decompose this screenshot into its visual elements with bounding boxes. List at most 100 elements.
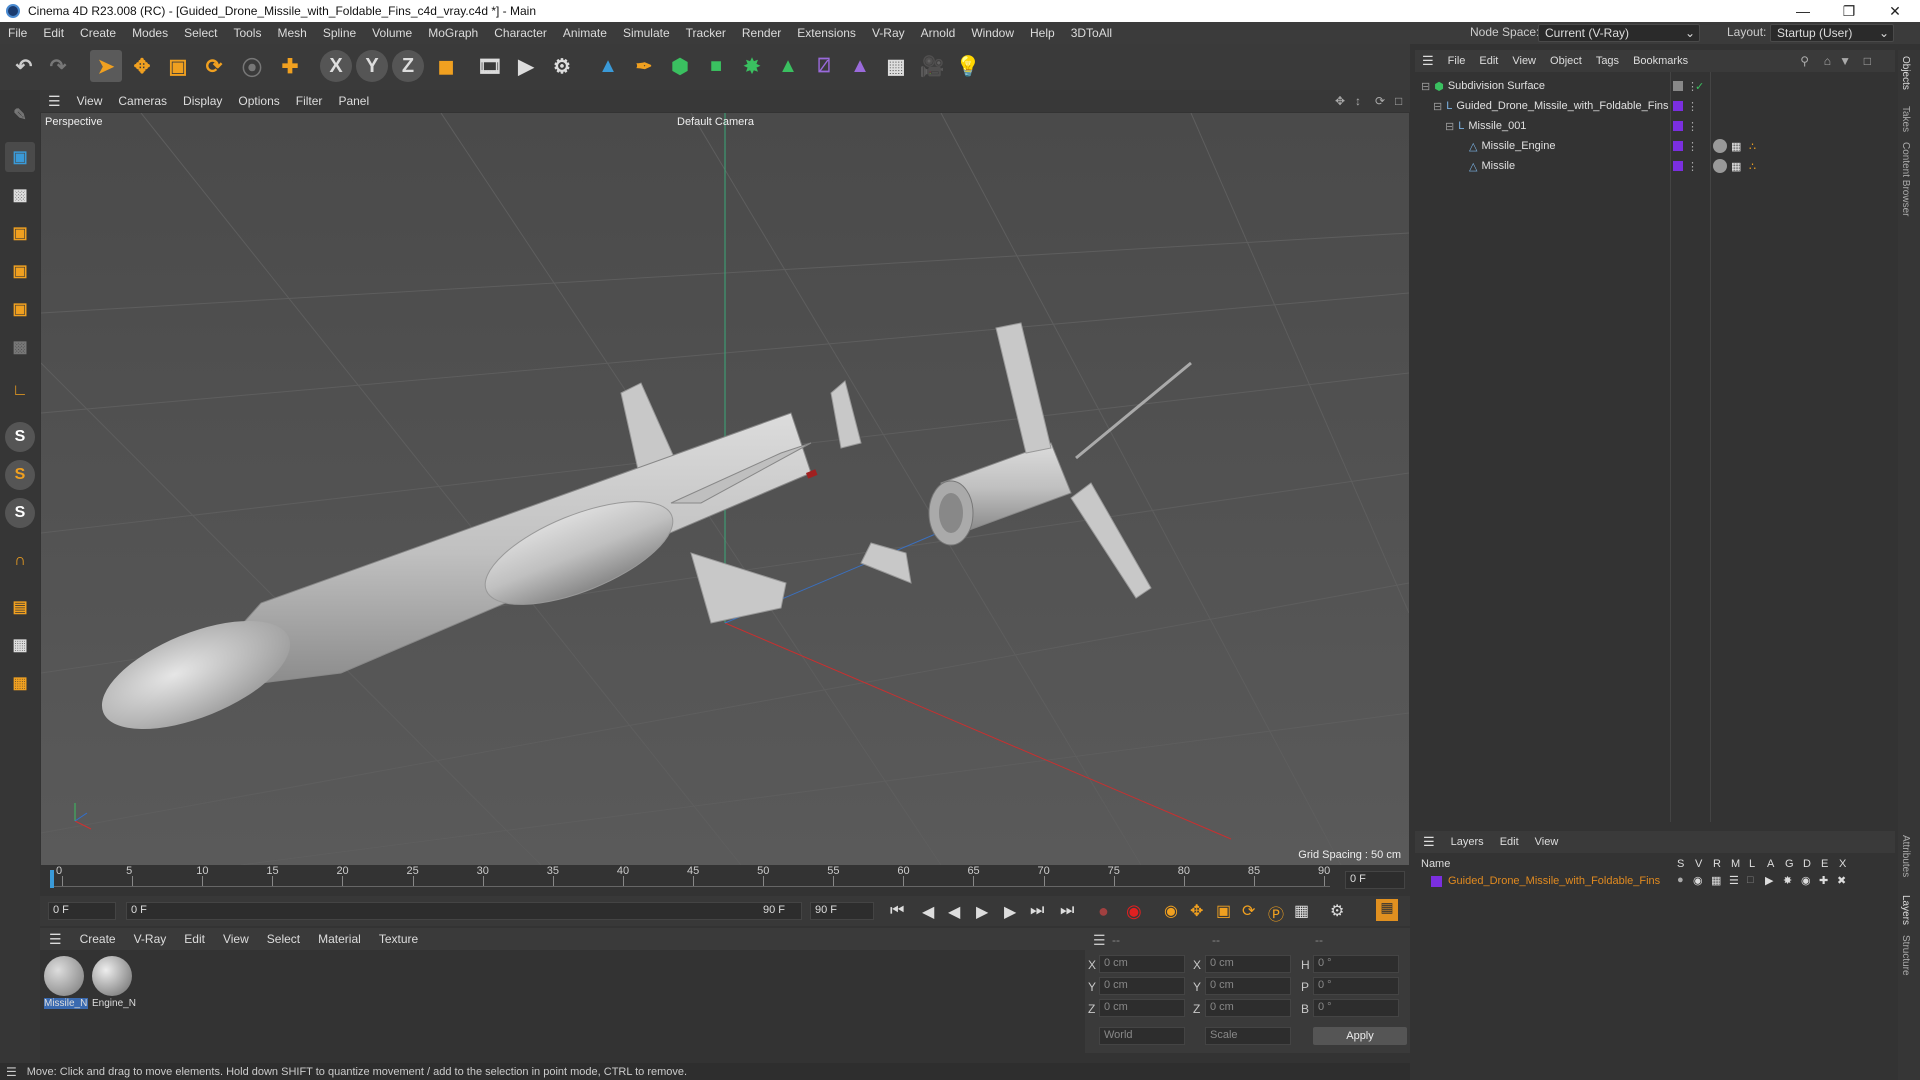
menu-simulate[interactable]: Simulate [615,26,678,40]
layer-name[interactable]: Guided_Drone_Missile_with_Foldable_Fins [1448,875,1660,887]
visibility-dots-icon[interactable]: ⋮ [1687,120,1698,133]
hamburger-icon[interactable]: ☰ [1415,834,1443,850]
viewport-maximize-icon[interactable]: □ [1395,94,1402,108]
prev-frame-icon[interactable]: ◀ [948,902,960,922]
collapse-icon[interactable]: ⊟ [1445,120,1454,133]
hamburger-icon[interactable]: ☰ [1093,932,1106,949]
menu-mesh[interactable]: Mesh [269,26,314,40]
object-row-guided-drone[interactable]: ⊟ L Guided_Drone_Missile_with_Foldable_F… [1415,96,1895,116]
deformer-icon[interactable]: ⍁ [808,50,840,82]
keyframe-selection-icon[interactable]: ◉ [1164,901,1178,921]
expression-icon[interactable]: ✚ [1819,874,1828,887]
material-menu-edit[interactable]: Edit [175,932,214,946]
x-axis-lock-icon[interactable]: X [320,50,352,82]
render-view-icon[interactable]: ▶ [510,50,542,82]
layout-dropdown[interactable]: Startup (User) ⌄ [1770,24,1894,42]
material-menu-material[interactable]: Material [309,932,370,946]
enabled-check-icon[interactable]: ✓ [1695,80,1704,93]
extrude-icon[interactable]: ■ [700,50,732,82]
key-scale-icon[interactable]: ▣ [1216,901,1231,921]
uvw-tag-icon[interactable]: ∴ [1749,160,1756,173]
tab-objects[interactable]: Objects [1900,56,1911,90]
make-editable-icon[interactable]: ✎ [5,100,35,130]
deformer-icon[interactable]: ◉ [1801,874,1811,887]
motion-system-icon[interactable]: ⚙ [1330,901,1344,921]
viewport-move-icon[interactable]: ✥ [1335,94,1345,108]
record-icon[interactable]: ● [1098,901,1109,922]
render-icon[interactable]: ▦ [1711,874,1721,887]
visibility-dots-icon[interactable]: ⋮ [1687,160,1698,173]
recent-tool-icon[interactable]: ⦿ [236,50,268,82]
solo-icon[interactable]: ● [1677,874,1684,886]
size-z-field[interactable]: 0 cm [1205,999,1291,1017]
object-row-subdivision[interactable]: ⊟ ⬢ Subdivision Surface ⋮ ✓ [1415,76,1895,96]
menu-help[interactable]: Help [1022,26,1063,40]
prev-key-icon[interactable]: ◀ [922,902,934,922]
field-icon[interactable]: ▲ [844,50,876,82]
filter-icon[interactable]: ▼ [1839,54,1851,68]
hamburger-icon[interactable]: ☰ [40,931,71,948]
tab-takes[interactable]: Takes [1900,106,1911,132]
rotation-b-field[interactable]: 0 ° [1313,999,1399,1017]
rotation-p-field[interactable]: 0 ° [1313,977,1399,995]
tab-content-browser[interactable]: Content Browser [1900,142,1911,216]
redo-icon[interactable]: ↷ [42,50,74,82]
quantize-icon[interactable]: S [5,498,35,528]
uv-mode-icon[interactable]: ▩ [5,332,35,362]
mograph-icon[interactable]: ▲ [772,50,804,82]
end-frame-field[interactable]: 90 F [810,902,874,920]
position-x-field[interactable]: 0 cm [1099,955,1185,973]
menu-modes[interactable]: Modes [124,26,176,40]
viewport-menu-options[interactable]: Options [230,94,287,108]
material-menu-select[interactable]: Select [258,932,309,946]
viewport-menu-view[interactable]: View [69,94,111,108]
start-frame-field[interactable]: 0 F [48,902,116,920]
generator-icon[interactable]: ✸ [1783,874,1792,887]
menu-tools[interactable]: Tools [225,26,269,40]
home-icon[interactable]: ⌂ [1824,54,1831,68]
key-position-icon[interactable]: ✥ [1190,901,1203,921]
timeline-ruler[interactable]: 0 5 10 15 20 25 30 35 40 45 50 55 60 65 70 75 80 85 90 0 F [40,865,1410,896]
coordinate-system-icon[interactable]: ◼ [430,50,462,82]
render-settings-icon[interactable]: ⚙ [546,50,578,82]
node-space-dropdown[interactable]: Current (V-Ray) ⌄ [1538,24,1700,42]
restore-icon[interactable]: ❐ [1826,0,1872,22]
collapse-icon[interactable]: ⊟ [1433,100,1442,113]
key-param-icon[interactable]: Ⓟ [1268,901,1284,925]
menu-file[interactable]: File [0,26,35,40]
viewport-menu-cameras[interactable]: Cameras [110,94,175,108]
new-window-icon[interactable]: □ [1864,54,1871,68]
visibility-dots-icon[interactable]: ⋮ [1687,140,1698,153]
menu-tracker[interactable]: Tracker [678,26,734,40]
key-rotation-icon[interactable]: ⟳ [1242,901,1255,921]
menu-volume[interactable]: Volume [364,26,420,40]
object-menu-tags[interactable]: Tags [1589,55,1626,67]
material-swatch-engine[interactable]: Engine_N [92,956,136,1016]
close-icon[interactable]: ✕ [1872,0,1918,22]
checker-tag-icon[interactable]: ▦ [1731,140,1741,153]
select-arrow-icon[interactable]: ➤ [90,50,122,82]
render-region-icon[interactable]: 🎞 [474,50,506,82]
next-frame-icon[interactable]: ▶ [1004,902,1016,922]
menu-extensions[interactable]: Extensions [789,26,864,40]
lock-icon[interactable]: □ [1747,874,1754,886]
subdivision-icon[interactable]: ⬢ [664,50,696,82]
move-icon[interactable]: ✥ [126,50,158,82]
layers-menu-edit[interactable]: Edit [1492,836,1527,848]
frame-range-slider[interactable]: 0 F 90 F [126,902,802,920]
cloner-icon[interactable]: ✸ [736,50,768,82]
tab-layers[interactable]: Layers [1900,895,1911,925]
object-row-missile-001[interactable]: ⊟ L Missile_001 ⋮ [1415,116,1895,136]
layer-row[interactable]: Guided_Drone_Missile_with_Foldable_Fins … [1415,873,1895,891]
hamburger-icon[interactable]: ☰ [6,1065,17,1079]
tab-structure[interactable]: Structure [1900,935,1911,976]
scale-icon[interactable]: ▣ [162,50,194,82]
y-axis-lock-icon[interactable]: Y [356,50,388,82]
world-dropdown[interactable]: World [1099,1027,1185,1045]
viewport-zoom-icon[interactable]: ↕ [1355,94,1361,108]
object-row-missile[interactable]: △ Missile ⋮ ▦ ∴ [1415,156,1895,176]
layer-color-swatch[interactable] [1431,876,1442,887]
grid-icon[interactable]: ▦ [5,630,35,660]
material-menu-vray[interactable]: V-Ray [125,932,176,946]
cube-icon[interactable]: ▲ [592,50,624,82]
